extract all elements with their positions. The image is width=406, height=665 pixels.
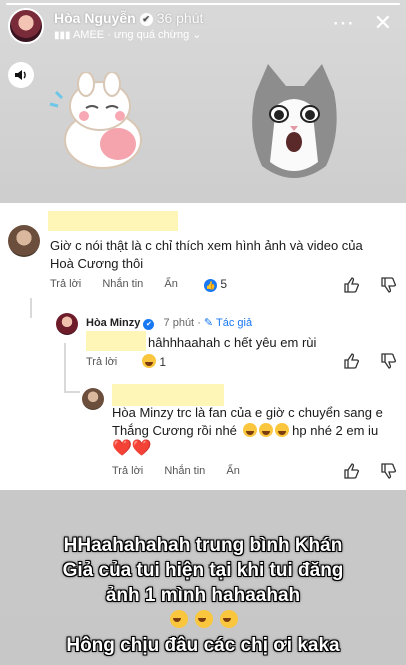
- reply-button[interactable]: Trả lời: [112, 465, 143, 477]
- avatar[interactable]: [8, 8, 44, 44]
- comment-actions: Trả lời Nhắn tin Ẩn: [50, 278, 196, 290]
- reply-time: 7 phút: [163, 317, 195, 329]
- redacted-name: [48, 211, 178, 231]
- music-info[interactable]: ▮▮▮ AMEE · ưng quá chừng ⌄: [54, 28, 202, 41]
- laugh-emoji-icon: [220, 610, 239, 628]
- author-badge: ✎ Tác giả: [203, 317, 253, 329]
- close-icon[interactable]: ✕: [374, 12, 392, 34]
- pencil-icon: ✎: [203, 317, 214, 329]
- reply-author[interactable]: Hòa Minzy: [86, 317, 140, 329]
- reaction-summary[interactable]: 1: [140, 354, 166, 369]
- laugh-emoji-icon: [258, 423, 273, 437]
- message-button[interactable]: Nhắn tin: [164, 465, 205, 477]
- hide-button[interactable]: Ẩn: [164, 278, 177, 290]
- like-icon[interactable]: [343, 353, 359, 369]
- verified-icon: ✔: [139, 13, 153, 26]
- laugh-emoji-icon: [195, 610, 213, 628]
- thread-line: [30, 298, 32, 318]
- reply-header: Hòa Minzy ✔ 7 phút · ✎ Tác giả: [86, 317, 253, 330]
- reply-text: hâhhhaahah c hết yêu em rùi: [148, 335, 317, 350]
- dislike-icon[interactable]: [380, 277, 396, 293]
- more-icon[interactable]: ⋯: [332, 12, 354, 34]
- comment-card: Giờ c nói thật là c chỉ thích xem hình ả…: [0, 203, 406, 490]
- comment-text: Giờ c nói thật là c chỉ thích xem hình ả…: [50, 238, 363, 271]
- message-button[interactable]: Nhắn tin: [102, 278, 143, 290]
- like-reaction-icon: 👍: [204, 279, 217, 292]
- thread-line: [64, 391, 80, 393]
- dislike-icon[interactable]: [380, 353, 396, 369]
- redacted-name: [112, 384, 224, 406]
- reaction-summary[interactable]: 👍 5: [204, 277, 227, 292]
- laugh-emoji-icon: [142, 354, 156, 368]
- laugh-emoji-icon: [242, 423, 257, 437]
- reply-button[interactable]: Trả lời: [50, 278, 81, 290]
- laugh-emoji-icon: [169, 610, 188, 628]
- story-time: 36 phút: [156, 10, 204, 26]
- avatar[interactable]: [82, 388, 104, 410]
- avatar[interactable]: [56, 313, 78, 335]
- verified-icon: ✔: [143, 319, 155, 330]
- hide-button[interactable]: Ẩn: [226, 465, 239, 477]
- like-icon[interactable]: [343, 277, 359, 293]
- story-header: Hòa Nguyễn ✔ 36 phút ▮▮▮ AMEE · ưng quá ch…: [8, 8, 398, 44]
- avatar[interactable]: [8, 225, 40, 257]
- story-progress-bar: [6, 3, 400, 5]
- heart-icon: ❤️❤️: [112, 440, 152, 457]
- laugh-emoji-icon: [274, 423, 289, 437]
- chevron-down-icon: ⌄: [192, 29, 202, 41]
- music-note-icon: ▮▮▮: [54, 30, 71, 41]
- reply-button[interactable]: Trả lời: [86, 356, 117, 368]
- thread-line: [64, 343, 66, 393]
- bunny-sticker: [49, 72, 142, 169]
- dislike-icon[interactable]: [380, 463, 396, 479]
- story-caption: HHaahahahah trung bình Khán Giả của tui …: [0, 533, 406, 658]
- redacted-mention: [86, 331, 146, 351]
- story-background: Hòa Nguyễn ✔ 36 phút ▮▮▮ AMEE · ưng quá ch…: [0, 0, 406, 665]
- reply-text: Hòa Minzy trc là fan của e giờ c chuyển …: [112, 404, 402, 458]
- sound-icon[interactable]: [8, 62, 34, 88]
- like-icon[interactable]: [343, 463, 359, 479]
- cat-sticker: [252, 64, 337, 178]
- story-author[interactable]: Hòa Nguyễn ✔ 36 phút: [54, 10, 203, 26]
- reply-actions: Trả lời: [86, 356, 135, 368]
- caption-emojis: [0, 608, 406, 633]
- reply-actions: Trả lời Nhắn tin Ẩn: [112, 465, 258, 477]
